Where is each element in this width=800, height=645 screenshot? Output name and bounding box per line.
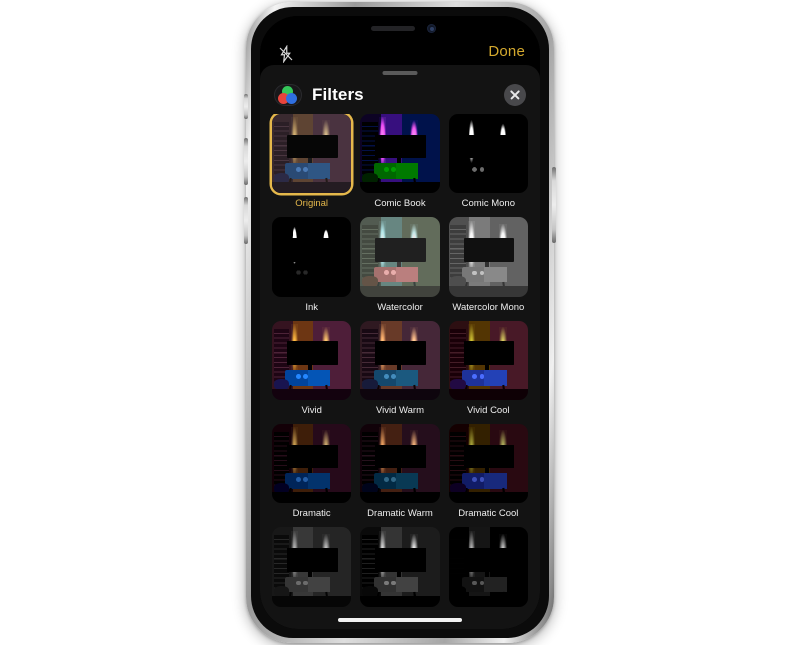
filter-cell[interactable]: Original <box>272 114 352 217</box>
filter-preview-image <box>272 527 352 607</box>
flash-off-icon[interactable] <box>277 45 295 63</box>
filter-preview-image <box>448 424 528 504</box>
filters-scroll-area[interactable]: Original Comic Book Comic Mono Ink Watercolo… <box>260 114 540 629</box>
phone-screen: Done Filters Original Comic Book Comic M… <box>260 16 540 629</box>
front-camera-icon <box>427 24 436 33</box>
filter-label: Vivid Warm <box>375 405 425 417</box>
filter-preview-image <box>272 217 352 297</box>
filter-label: Watercolor Mono <box>452 301 525 313</box>
filter-cell[interactable]: Dramatic <box>272 424 352 527</box>
filter-thumbnail[interactable] <box>448 217 528 297</box>
filter-cell[interactable] <box>272 527 352 618</box>
filter-thumbnail[interactable] <box>448 424 528 504</box>
filter-cell[interactable]: Comic Book <box>360 114 440 217</box>
filter-preview-image <box>272 320 352 401</box>
device-screen-bezel: Done Filters Original Comic Book Comic M… <box>260 16 540 629</box>
filter-label: Vivid <box>301 405 322 417</box>
filters-sheet-header: Filters <box>260 78 540 112</box>
device-notch <box>327 16 473 42</box>
filter-label: Dramatic Cool <box>458 508 519 520</box>
power-button[interactable] <box>552 167 556 243</box>
filter-label: Vivid Cool <box>467 405 510 417</box>
device-inner-bezel: Done Filters Original Comic Book Comic M… <box>251 7 549 638</box>
filter-label: Dramatic Warm <box>367 508 433 520</box>
filter-label: Original <box>295 198 329 210</box>
earpiece-speaker-icon <box>371 26 415 31</box>
filter-label: Ink <box>305 301 318 313</box>
filter-preview-image <box>360 217 440 297</box>
filter-cell[interactable]: Dramatic Cool <box>448 424 528 527</box>
filter-thumbnail[interactable] <box>272 217 352 297</box>
filter-cell[interactable]: Ink <box>272 217 352 320</box>
filter-thumbnail[interactable] <box>360 114 440 194</box>
filter-thumbnail[interactable] <box>448 114 528 194</box>
volume-up-button[interactable] <box>244 138 248 185</box>
filters-sheet: Filters Original Comic Book Comic Mono Ink W… <box>260 65 540 629</box>
filter-cell[interactable]: Vivid Cool <box>448 320 528 424</box>
filter-thumbnail[interactable] <box>272 424 352 504</box>
filter-thumbnail[interactable] <box>360 217 440 297</box>
filter-cell[interactable]: Dramatic Warm <box>360 424 440 527</box>
filter-preview-image <box>272 424 352 504</box>
iphone-device-frame: Done Filters Original Comic Book Comic M… <box>244 2 556 643</box>
filter-cell[interactable]: Comic Mono <box>448 114 528 217</box>
mute-switch[interactable] <box>244 94 248 119</box>
filter-thumbnail[interactable] <box>272 320 352 401</box>
sheet-title: Filters <box>312 85 364 104</box>
filter-preview-image <box>360 527 440 607</box>
filter-thumbnail[interactable] <box>448 527 528 607</box>
filter-cell[interactable] <box>448 527 528 618</box>
volume-down-button[interactable] <box>244 197 248 244</box>
filter-preview-image <box>448 527 528 607</box>
filter-preview-image <box>360 114 440 194</box>
filter-cell[interactable]: Watercolor <box>360 217 440 320</box>
filter-preview-image <box>360 320 440 401</box>
filter-thumbnail[interactable] <box>360 320 440 401</box>
filter-preview-image <box>360 424 440 504</box>
home-indicator <box>338 617 462 622</box>
filters-icon <box>274 84 302 106</box>
filter-cell[interactable] <box>360 527 440 618</box>
filter-thumbnail[interactable] <box>448 320 528 401</box>
filter-label: Watercolor <box>377 301 423 313</box>
done-button[interactable]: Done <box>488 43 525 60</box>
filter-preview-image <box>448 217 528 297</box>
filter-thumbnail[interactable] <box>360 424 440 504</box>
screenshot-canvas: Done Filters Original Comic Book Comic M… <box>0 0 800 645</box>
filter-preview-image <box>448 114 528 194</box>
filter-label: Comic Book <box>374 198 426 210</box>
filter-preview-image <box>448 320 528 401</box>
filters-icon-blue-circle <box>286 92 297 104</box>
filter-label: Comic Mono <box>461 198 515 210</box>
close-icon[interactable] <box>504 84 526 106</box>
filter-thumbnail[interactable] <box>272 527 352 607</box>
filter-preview-image <box>272 114 352 194</box>
filter-label: Dramatic <box>292 508 331 520</box>
filter-cell[interactable]: Watercolor Mono <box>448 217 528 320</box>
filter-cell[interactable]: Vivid Warm <box>360 320 440 424</box>
filter-cell[interactable]: Vivid <box>272 320 352 424</box>
filter-thumbnail[interactable] <box>360 527 440 607</box>
filters-grid: Original Comic Book Comic Mono Ink Watercolo… <box>260 114 540 619</box>
filter-thumbnail[interactable] <box>272 114 352 194</box>
sheet-drag-handle[interactable] <box>382 71 418 75</box>
